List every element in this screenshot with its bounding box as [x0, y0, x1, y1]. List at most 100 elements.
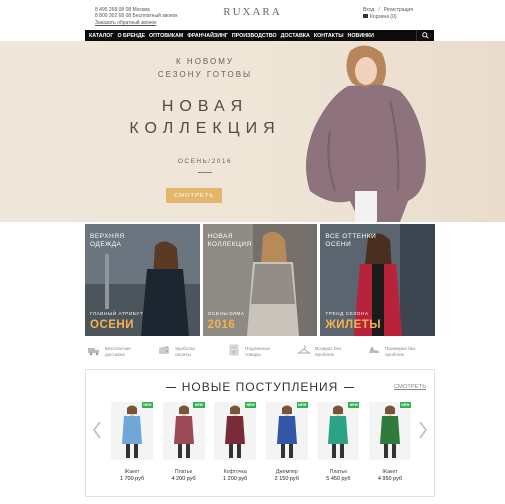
search-icon	[422, 32, 429, 39]
product-card[interactable]: NEW Платье 5 450 руб	[317, 402, 360, 497]
nav-item-wholesale[interactable]: ОПТОВИКАМ	[145, 33, 183, 39]
product-photo	[368, 402, 411, 460]
shoe-icon	[369, 347, 379, 353]
feature-label-line1: Подлинные	[245, 346, 271, 351]
feature-genuine: Подлинные товары	[225, 343, 295, 363]
chevron-right-icon	[419, 421, 427, 439]
hanger-icon	[297, 345, 311, 354]
feature-payment: Удобство оплаты	[155, 343, 225, 363]
feature-label-line1: Возврат без	[315, 346, 342, 351]
feature-label-line1: Бесплатная	[105, 346, 131, 351]
search-button[interactable]	[416, 30, 434, 41]
callback-link[interactable]: Заказать обратный звонок	[95, 20, 178, 26]
nav-item-delivery[interactable]: ДОСТАВКА	[277, 33, 310, 39]
promo-tile-title: ОСЕНИ	[90, 319, 134, 331]
promo-tile-heading-line1: НОВАЯ	[207, 233, 234, 240]
product-price: 4 200 руб	[171, 476, 196, 482]
new-badge: NEW	[245, 402, 257, 408]
product-card[interactable]: NEW Кофточка 1 200 руб	[214, 402, 257, 497]
promo-tile-caption: ТРЕНД СЕЗОНА	[325, 312, 369, 317]
product-card[interactable]: NEW Жакет 4 950 руб	[368, 402, 411, 497]
promo-tile-heading: НОВАЯ КОЛЛЕКЦИЯ	[208, 233, 252, 249]
product-photo	[111, 402, 153, 460]
product-image[interactable]: NEW	[368, 402, 411, 460]
hero-model-image	[306, 45, 426, 222]
promo-tile-new-collection[interactable]: НОВАЯ КОЛЛЕКЦИЯ ОСЕНЬ/ЗИМА 2016	[202, 224, 318, 336]
nav-item-franchise[interactable]: ФРАНЧАЙЗИНГ	[183, 33, 228, 39]
product-card[interactable]: NEW Платье 4 200 руб	[162, 402, 205, 497]
product-image[interactable]: NEW	[317, 402, 360, 460]
promo-tile-title: ЖИЛЕТЫ	[325, 319, 382, 331]
product-name[interactable]: Джемпер	[266, 469, 308, 475]
nav-item-about[interactable]: О БРЕНДЕ	[113, 33, 145, 39]
product-card[interactable]: NEW Жакет 1 700 руб	[111, 402, 153, 497]
features-strip: Бесплатная доставка Удобство оплаты Подлин…	[85, 343, 435, 363]
feature-label-line2: доставка	[105, 351, 125, 357]
promo-tile-caption: ОСЕНЬ/ЗИМА	[207, 312, 245, 317]
new-badge: NEW	[399, 402, 411, 408]
product-name[interactable]: Платье	[163, 469, 205, 475]
promo-tile-heading-line1: ВЕРХНЯЯ	[90, 233, 125, 240]
product-image[interactable]: NEW	[214, 402, 257, 460]
main-nav: КАТАЛОГ О БРЕНДЕ ОПТОВИКАМ ФРАНЧАЙЗИНГ П…	[85, 30, 434, 41]
hero-subtitle-line2: СЕЗОНУ ГОТОВЫ	[157, 70, 253, 79]
promo-tile-title: 2016	[207, 319, 236, 331]
product-image[interactable]: NEW	[162, 402, 205, 460]
promo-tile-heading-line1: ВСЕ ОТТЕНКИ	[325, 233, 377, 240]
title-dash-left	[165, 387, 176, 389]
feature-label-line2: оплаты	[175, 351, 191, 357]
hero-divider	[198, 172, 212, 173]
carousel-next-button[interactable]	[417, 420, 429, 440]
product-price: 1 200 руб	[223, 476, 248, 482]
title-dash-right	[344, 387, 355, 389]
product-photo	[265, 402, 308, 460]
new-arrivals-title-text: НОВЫЕ ПОСТУПЛЕНИЯ	[181, 380, 339, 394]
feature-label-line2: проблем	[315, 351, 334, 357]
hero-subtitle: К НОВОМУ СЕЗОНУ ГОТОВЫ	[145, 55, 265, 81]
carousel-prev-button[interactable]	[91, 420, 103, 440]
feature-label-line1: Удобство	[175, 346, 196, 351]
feature-label-line1: Примерка без	[385, 346, 416, 351]
product-price: 4 950 руб	[377, 476, 403, 482]
nav-item-production[interactable]: ПРОИЗВОДСТВО	[228, 33, 277, 39]
nav-item-new[interactable]: НОВИНКИ	[344, 33, 374, 39]
view-all-link[interactable]: СМОТРЕТЬ	[394, 384, 426, 390]
product-image[interactable]: NEW	[111, 402, 153, 460]
product-photo	[317, 402, 360, 460]
cart-label: Корзина (0)	[370, 13, 397, 20]
hero-view-button[interactable]: СМОТРЕТЬ	[166, 188, 222, 203]
nav-item-contacts[interactable]: КОНТАКТЫ	[310, 33, 344, 39]
promo-tiles: ВЕРХНЯЯ ОДЕЖДА ГЛАВНЫЙ АТРИБУТ ОСЕНИ НОВ…	[85, 224, 436, 336]
product-name[interactable]: Кофточка	[214, 469, 256, 475]
promo-tile-heading-line2: ОДЕЖДА	[90, 241, 122, 248]
product-name[interactable]: Жакет	[111, 469, 153, 475]
hero-title-line2: КОЛЛЕКЦИЯ	[129, 120, 281, 137]
nav-item-catalog[interactable]: КАТАЛОГ	[85, 33, 113, 39]
chevron-left-icon	[93, 421, 101, 439]
new-badge: NEW	[348, 402, 360, 408]
promo-tile-heading-line2: ОСЕНИ	[325, 241, 352, 248]
promo-tile-heading: ВСЕ ОТТЕНКИ ОСЕНИ	[325, 233, 376, 249]
hero-title-line1: НОВАЯ	[161, 98, 249, 115]
product-card[interactable]: NEW Джемпер 2 150 руб	[265, 402, 308, 497]
promo-tile-heading-line2: КОЛЛЕКЦИЯ	[207, 241, 252, 248]
hero-banner[interactable]: К НОВОМУ СЕЗОНУ ГОТОВЫ НОВАЯ КОЛЛЕКЦИЯ О…	[0, 41, 505, 222]
product-price: 5 450 руб	[326, 476, 351, 482]
product-photo	[214, 402, 257, 460]
new-badge: NEW	[296, 402, 308, 408]
product-price: 1 700 руб	[119, 476, 145, 482]
new-arrivals-title: НОВЫЕ ПОСТУПЛЕНИЯ	[86, 380, 434, 394]
certificate-icon	[229, 344, 239, 356]
new-arrivals: НОВЫЕ ПОСТУПЛЕНИЯ СМОТРЕТЬ NEW Жакет 1 700…	[85, 369, 435, 497]
product-name[interactable]: Платье	[317, 469, 359, 475]
product-image[interactable]: NEW	[265, 402, 308, 460]
cart-link[interactable]: Корзина (0)	[363, 14, 433, 21]
feature-returns: Возврат без проблем	[295, 343, 365, 363]
feature-free-delivery: Бесплатная доставка	[85, 343, 155, 363]
promo-tile-outerwear[interactable]: ВЕРХНЯЯ ОДЕЖДА ГЛАВНЫЙ АТРИБУТ ОСЕНИ	[85, 224, 200, 336]
product-name[interactable]: Жакет	[369, 469, 411, 475]
cart-icon	[363, 14, 368, 19]
promo-tile-caption: ГЛАВНЫЙ АТРИБУТ	[90, 312, 144, 317]
hero-subtitle-line1: К НОВОМУ	[176, 57, 234, 66]
promo-tile-vests[interactable]: ВСЕ ОТТЕНКИ ОСЕНИ ТРЕНД СЕЗОНА ЖИЛЕТЫ	[320, 224, 436, 336]
